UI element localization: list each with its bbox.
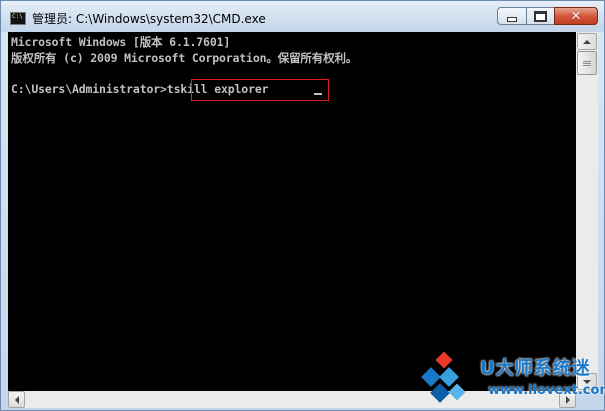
console-output[interactable]: Microsoft Windows [版本 6.1.7601] 版权所有 (c)… [8,32,576,391]
caption-buttons: ✕ [497,7,598,27]
maximize-icon [534,10,547,22]
console-line: 版权所有 (c) 2009 Microsoft Corporation。保留所有… [11,51,358,65]
text-cursor [314,93,322,95]
watermark-brand: U大师系统迷 [480,358,591,379]
site-watermark: U大师系统迷 www.ilovext.com [416,352,605,407]
vertical-scrollbar[interactable] [576,32,598,391]
close-icon: ✕ [570,8,582,24]
cmd-window: 管理员: C:\Windows\system32\CMD.exe ✕ Micro… [0,0,605,411]
grip-line [583,63,591,64]
title-bar[interactable]: 管理员: C:\Windows\system32\CMD.exe ✕ [1,1,604,32]
scroll-thumb[interactable] [577,51,597,75]
arrow-up-icon [583,39,591,44]
grip-line [583,61,591,62]
minimize-icon [507,16,517,22]
window-title: 管理员: C:\Windows\system32\CMD.exe [32,12,266,26]
scroll-up-button[interactable] [577,33,597,50]
watermark-logo-icon [421,352,466,403]
command-highlight-box [191,79,329,101]
minimize-button[interactable] [497,7,526,25]
grip-line [583,65,591,66]
close-button[interactable]: ✕ [554,7,598,25]
scroll-left-button[interactable] [8,391,25,408]
arrow-left-icon [14,395,19,404]
maximize-button[interactable] [526,7,554,25]
console-line: Microsoft Windows [版本 6.1.7601] [11,35,231,49]
watermark-url: www.ilovext.com [488,383,605,398]
cmd-icon[interactable] [10,12,26,25]
